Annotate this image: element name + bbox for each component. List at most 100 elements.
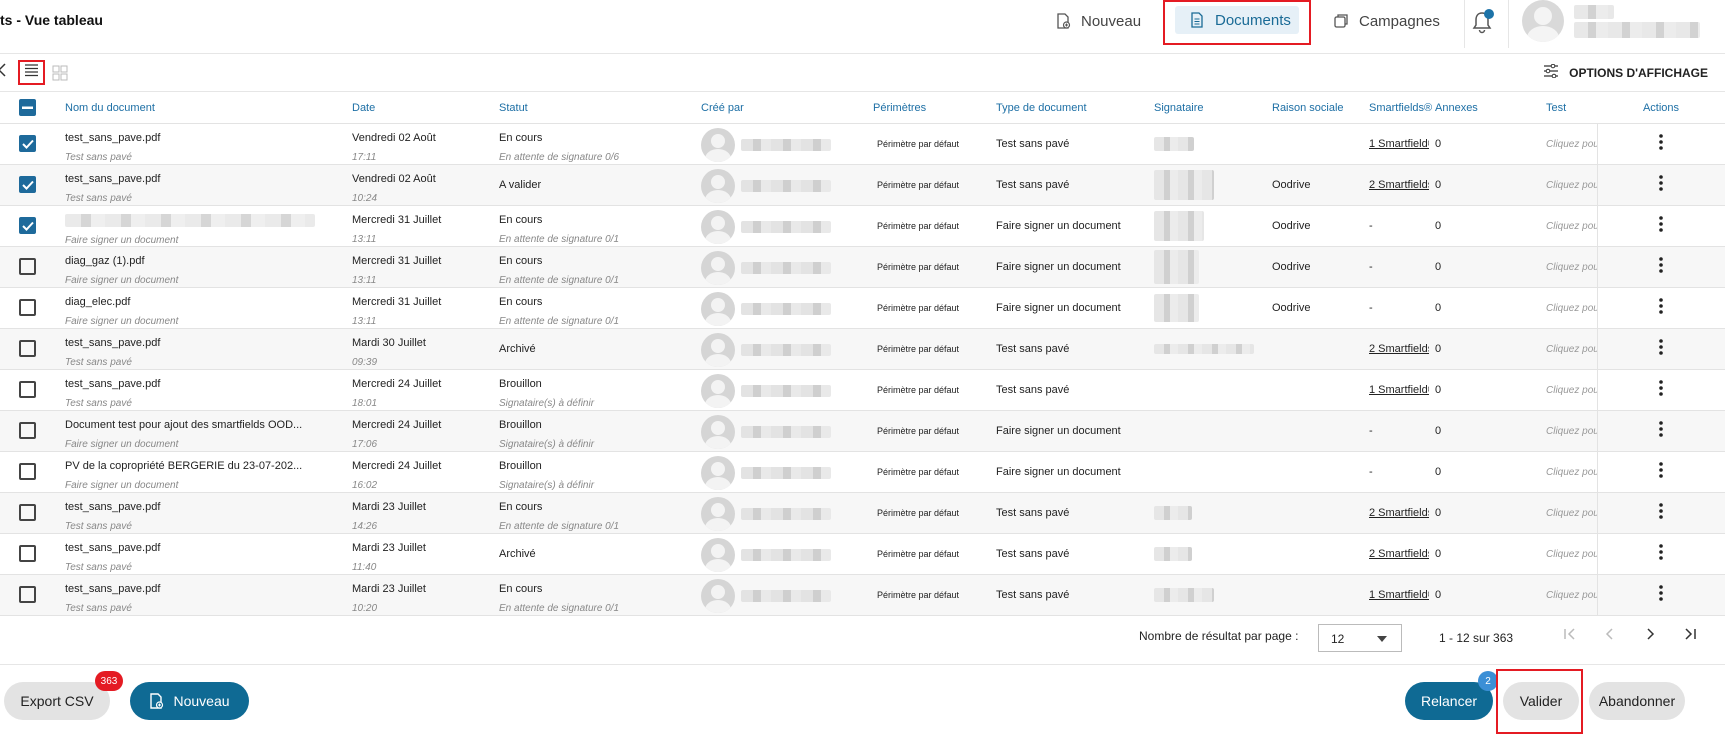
table-row[interactable]: PV de la copropriété BERGERIE du 23-07-2… bbox=[0, 451, 1725, 493]
test-cell[interactable]: Cliquez pour éditer bbox=[1540, 328, 1597, 370]
document-name[interactable]: test_sans_pave.pdf bbox=[65, 501, 346, 513]
test-edit-placeholder[interactable]: Cliquez pour éditer bbox=[1546, 180, 1597, 191]
kebab-icon[interactable] bbox=[1659, 380, 1664, 399]
test-edit-placeholder[interactable]: Cliquez pour éditer bbox=[1546, 385, 1597, 396]
column-header[interactable]: Smartfields® bbox=[1363, 93, 1432, 124]
test-cell[interactable]: Cliquez pour éditer bbox=[1540, 287, 1597, 329]
row-checkbox[interactable] bbox=[19, 340, 36, 357]
document-name[interactable]: PV de la copropriété BERGERIE du 23-07-2… bbox=[65, 460, 346, 472]
document-name[interactable]: test_sans_pave.pdf bbox=[65, 173, 346, 185]
kebab-icon[interactable] bbox=[1659, 544, 1664, 563]
smartfields-link[interactable]: 2 Smartfields® bbox=[1369, 343, 1429, 355]
document-name[interactable]: test_sans_pave.pdf bbox=[65, 542, 346, 554]
abandonner-button[interactable]: Abandonner bbox=[1589, 682, 1685, 720]
document-name[interactable]: Document test pour ajout des smartfields… bbox=[65, 419, 346, 431]
smartfields-link[interactable]: 1 Smartfield® bbox=[1369, 138, 1429, 150]
list-view-button[interactable] bbox=[18, 60, 45, 85]
column-header[interactable]: Type de document bbox=[990, 93, 1148, 124]
column-header[interactable]: Nom du document bbox=[59, 93, 346, 124]
table-row[interactable]: test_sans_pave.pdf Test sans pavé Mardi 2… bbox=[0, 492, 1725, 534]
row-checkbox[interactable] bbox=[19, 217, 36, 234]
row-checkbox[interactable] bbox=[19, 135, 36, 152]
export-csv-button[interactable]: Export CSV bbox=[4, 682, 110, 720]
nav-campaigns[interactable]: Campagnes bbox=[1333, 8, 1440, 34]
table-row[interactable]: test_sans_pave.pdf Test sans pavé Mardi 2… bbox=[0, 533, 1725, 575]
column-header[interactable]: Périmètres bbox=[867, 93, 990, 124]
row-checkbox[interactable] bbox=[19, 381, 36, 398]
column-header[interactable]: Créé par bbox=[695, 93, 867, 124]
next-page-icon[interactable] bbox=[1643, 627, 1657, 646]
document-name[interactable]: test_sans_pave.pdf bbox=[65, 378, 346, 390]
first-page-icon[interactable] bbox=[1563, 627, 1577, 646]
test-cell[interactable]: Cliquez pour éditer bbox=[1540, 533, 1597, 575]
test-cell[interactable]: Cliquez pour éditer bbox=[1540, 246, 1597, 288]
row-checkbox[interactable] bbox=[19, 504, 36, 521]
display-options-button[interactable]: OPTIONS D'AFFICHAGE bbox=[1543, 63, 1708, 81]
test-cell[interactable]: Cliquez pour éditer bbox=[1540, 205, 1597, 247]
table-row[interactable]: diag_gaz (1).pdf Faire signer un document… bbox=[0, 246, 1725, 288]
kebab-icon[interactable] bbox=[1659, 134, 1664, 153]
test-edit-placeholder[interactable]: Cliquez pour éditer bbox=[1546, 426, 1597, 437]
document-name[interactable]: test_sans_pave.pdf bbox=[65, 583, 346, 595]
test-edit-placeholder[interactable]: Cliquez pour éditer bbox=[1546, 221, 1597, 232]
kebab-icon[interactable] bbox=[1659, 421, 1664, 440]
test-cell[interactable]: Cliquez pour éditer bbox=[1540, 410, 1597, 452]
test-edit-placeholder[interactable]: Cliquez pour éditer bbox=[1546, 139, 1597, 150]
test-cell[interactable]: Cliquez pour éditer bbox=[1540, 164, 1597, 206]
column-header[interactable]: Annexes bbox=[1429, 93, 1540, 124]
kebab-icon[interactable] bbox=[1659, 462, 1664, 481]
test-edit-placeholder[interactable]: Cliquez pour éditer bbox=[1546, 344, 1597, 355]
test-edit-placeholder[interactable]: Cliquez pour éditer bbox=[1546, 262, 1597, 273]
prev-page-icon[interactable] bbox=[1603, 627, 1617, 646]
smartfields-link[interactable]: 2 Smartfields® bbox=[1369, 507, 1429, 519]
row-checkbox[interactable] bbox=[19, 258, 36, 275]
kebab-icon[interactable] bbox=[1659, 339, 1664, 358]
document-name[interactable]: test_sans_pave.pdf bbox=[65, 337, 346, 349]
grid-view-icon[interactable] bbox=[52, 65, 68, 86]
test-edit-placeholder[interactable]: Cliquez pour éditer bbox=[1546, 303, 1597, 314]
back-icon[interactable] bbox=[0, 62, 8, 83]
row-checkbox[interactable] bbox=[19, 176, 36, 193]
kebab-icon[interactable] bbox=[1659, 503, 1664, 522]
smartfields-link[interactable]: 2 Smartfields® bbox=[1369, 179, 1429, 191]
table-row[interactable]: test_sans_pave.pdf Test sans pavé Mardi 3… bbox=[0, 328, 1725, 370]
column-header[interactable]: Date bbox=[346, 93, 493, 124]
test-cell[interactable]: Cliquez pour éditer bbox=[1540, 492, 1597, 534]
table-row[interactable]: test_sans_pave.pdf Test sans pavé Vendred… bbox=[0, 123, 1725, 165]
column-header[interactable]: Statut bbox=[493, 93, 695, 124]
kebab-icon[interactable] bbox=[1659, 257, 1664, 276]
table-row[interactable]: Document test pour ajout des smartfields… bbox=[0, 410, 1725, 452]
test-edit-placeholder[interactable]: Cliquez pour éditer bbox=[1546, 467, 1597, 478]
table-row[interactable]: test_sans_pave.pdf Test sans pavé Vendred… bbox=[0, 164, 1725, 206]
select-all-checkbox[interactable] bbox=[19, 99, 36, 117]
row-checkbox[interactable] bbox=[19, 422, 36, 439]
smartfields-link[interactable]: 1 Smartfield® bbox=[1369, 589, 1429, 601]
test-edit-placeholder[interactable]: Cliquez pour éditer bbox=[1546, 549, 1597, 560]
test-edit-placeholder[interactable]: Cliquez pour éditer bbox=[1546, 590, 1597, 601]
table-row[interactable]: diag_elec.pdf Faire signer un document Me… bbox=[0, 287, 1725, 329]
document-name[interactable]: diag_elec.pdf bbox=[65, 296, 346, 308]
new-document-button[interactable]: Nouveau bbox=[130, 682, 249, 720]
table-row[interactable]: Faire signer un document Mercredi 31 Jui… bbox=[0, 205, 1725, 247]
table-row[interactable]: test_sans_pave.pdf Test sans pavé Mercred… bbox=[0, 369, 1725, 411]
column-header[interactable]: Signataire bbox=[1148, 93, 1266, 124]
row-checkbox[interactable] bbox=[19, 463, 36, 480]
column-header[interactable]: Test bbox=[1540, 93, 1597, 124]
kebab-icon[interactable] bbox=[1659, 298, 1664, 317]
kebab-icon[interactable] bbox=[1659, 175, 1664, 194]
test-edit-placeholder[interactable]: Cliquez pour éditer bbox=[1546, 508, 1597, 519]
table-row[interactable]: test_sans_pave.pdf Test sans pavé Mardi 2… bbox=[0, 574, 1725, 616]
document-name[interactable]: diag_gaz (1).pdf bbox=[65, 255, 346, 267]
test-cell[interactable]: Cliquez pour éditer bbox=[1540, 123, 1597, 165]
column-header[interactable]: Raison sociale bbox=[1266, 93, 1363, 124]
nav-new[interactable]: Nouveau bbox=[1055, 8, 1141, 34]
row-checkbox[interactable] bbox=[19, 299, 36, 316]
last-page-icon[interactable] bbox=[1683, 627, 1697, 646]
row-checkbox[interactable] bbox=[19, 586, 36, 603]
kebab-icon[interactable] bbox=[1659, 585, 1664, 604]
test-cell[interactable]: Cliquez pour éditer bbox=[1540, 574, 1597, 616]
test-cell[interactable]: Cliquez pour éditer bbox=[1540, 451, 1597, 493]
kebab-icon[interactable] bbox=[1659, 216, 1664, 235]
row-checkbox[interactable] bbox=[19, 545, 36, 562]
test-cell[interactable]: Cliquez pour éditer bbox=[1540, 369, 1597, 411]
